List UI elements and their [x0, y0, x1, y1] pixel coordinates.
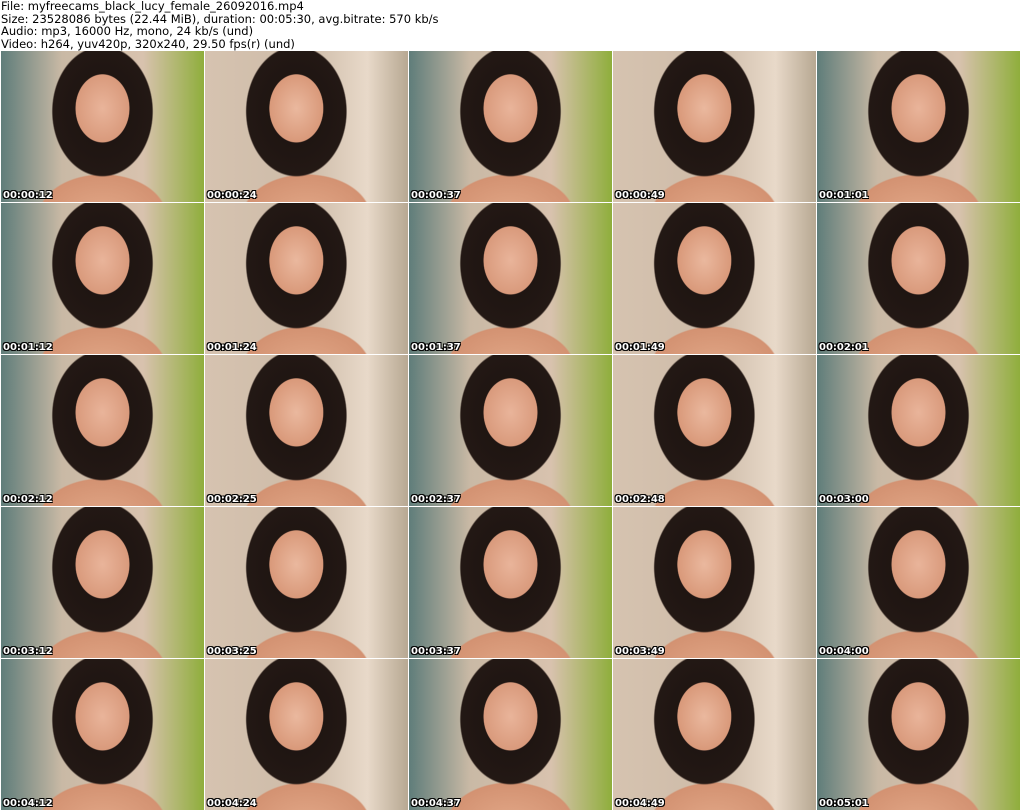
video-frame-thumbnail: 00:03:49	[613, 507, 816, 658]
frame-timestamp: 00:03:25	[207, 646, 257, 657]
video-frame-thumbnail: 00:04:49	[613, 659, 816, 810]
frame-timestamp: 00:05:01	[819, 798, 869, 809]
frame-timestamp: 00:02:25	[207, 494, 257, 505]
video-frame-thumbnail: 00:02:01	[817, 203, 1020, 354]
frame-timestamp: 00:02:01	[819, 342, 869, 353]
video-frame-thumbnail: 00:02:25	[205, 355, 408, 506]
video-frame-thumbnail: 00:01:12	[1, 203, 204, 354]
frame-timestamp: 00:02:37	[411, 494, 461, 505]
frame-timestamp: 00:01:12	[3, 342, 53, 353]
file-name: File: myfreecams_black_lucy_female_26092…	[1, 0, 304, 13]
video-frame-thumbnail: 00:03:12	[1, 507, 204, 658]
video-frame-thumbnail: 00:01:24	[205, 203, 408, 354]
frame-timestamp: 00:01:49	[615, 342, 665, 353]
video-frame-thumbnail: 00:01:37	[409, 203, 612, 354]
frame-timestamp: 00:02:48	[615, 494, 665, 505]
video-frame-thumbnail: 00:02:37	[409, 355, 612, 506]
frame-timestamp: 00:01:37	[411, 342, 461, 353]
video-frame-thumbnail: 00:00:12	[1, 51, 204, 202]
frame-timestamp: 00:01:01	[819, 190, 869, 201]
frame-timestamp: 00:00:12	[3, 190, 53, 201]
frame-timestamp: 00:02:12	[3, 494, 53, 505]
video-frame-thumbnail: 00:03:37	[409, 507, 612, 658]
frame-timestamp: 00:03:12	[3, 646, 53, 657]
video-frame-thumbnail: 00:04:12	[1, 659, 204, 810]
video-frame-thumbnail: 00:02:48	[613, 355, 816, 506]
frame-timestamp: 00:00:24	[207, 190, 257, 201]
frame-timestamp: 00:04:24	[207, 798, 257, 809]
video-frame-thumbnail: 00:00:37	[409, 51, 612, 202]
video-frame-thumbnail: 00:01:01	[817, 51, 1020, 202]
video-frame-thumbnail: 00:04:37	[409, 659, 612, 810]
frame-timestamp: 00:03:37	[411, 646, 461, 657]
video-frame-thumbnail: 00:02:12	[1, 355, 204, 506]
video-frame-thumbnail: 00:03:00	[817, 355, 1020, 506]
frame-timestamp: 00:03:00	[819, 494, 869, 505]
frame-timestamp: 00:04:00	[819, 646, 869, 657]
frame-timestamp: 00:03:49	[615, 646, 665, 657]
file-info-header: File: myfreecams_black_lucy_female_26092…	[1, 0, 439, 50]
audio-info: Audio: mp3, 16000 Hz, mono, 24 kb/s (und…	[1, 24, 254, 38]
video-frame-thumbnail: 00:00:49	[613, 51, 816, 202]
video-frame-thumbnail: 00:04:00	[817, 507, 1020, 658]
video-frame-thumbnail: 00:01:49	[613, 203, 816, 354]
frame-timestamp: 00:04:12	[3, 798, 53, 809]
thumbnail-grid: 00:00:12 00:00:24 00:00:37 00:00:49 00:01:01…	[1, 51, 1020, 810]
frame-timestamp: 00:00:49	[615, 190, 665, 201]
frame-timestamp: 00:01:24	[207, 342, 257, 353]
frame-timestamp: 00:00:37	[411, 190, 461, 201]
frame-timestamp: 00:04:37	[411, 798, 461, 809]
video-frame-thumbnail: 00:00:24	[205, 51, 408, 202]
frame-timestamp: 00:04:49	[615, 798, 665, 809]
video-frame-thumbnail: 00:04:24	[205, 659, 408, 810]
video-info: Video: h264, yuv420p, 320x240, 29.50 fps…	[1, 36, 295, 51]
video-frame-thumbnail: 00:05:01	[817, 659, 1020, 810]
video-frame-thumbnail: 00:03:25	[205, 507, 408, 658]
